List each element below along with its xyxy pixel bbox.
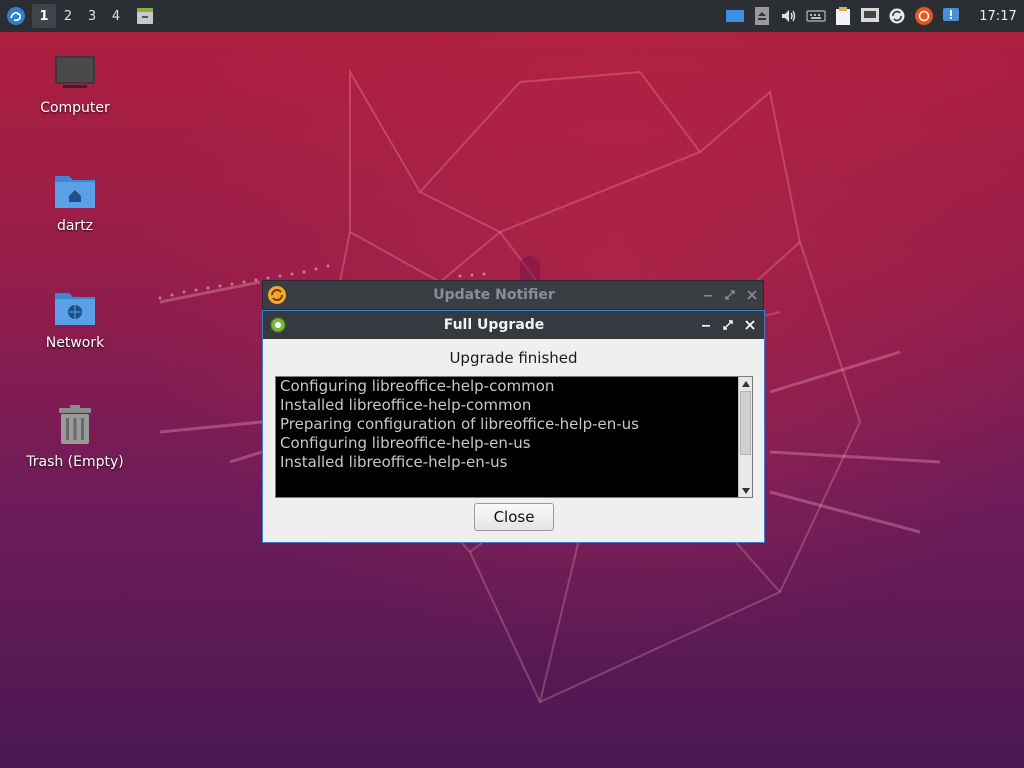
minimize-icon bbox=[702, 325, 710, 327]
desktop-icon-label: Network bbox=[45, 335, 105, 351]
keyboard-icon[interactable] bbox=[803, 0, 829, 32]
desktop-icon-home[interactable]: dartz bbox=[20, 170, 130, 234]
close-window-button[interactable] bbox=[741, 284, 763, 306]
top-panel: 1 2 3 4 17:17 bbox=[0, 0, 1024, 32]
desktop-icon-trash[interactable]: Trash (Empty) bbox=[20, 404, 130, 470]
workspace-switcher: 1 2 3 4 bbox=[32, 4, 128, 28]
minimize-icon bbox=[704, 295, 712, 297]
log-line: Configuring libreoffice-help-common bbox=[280, 377, 555, 395]
workspace-4[interactable]: 4 bbox=[104, 4, 128, 28]
system-tray: 17:17 bbox=[721, 0, 1024, 32]
status-heading: Upgrade finished bbox=[449, 349, 578, 367]
volume-icon[interactable] bbox=[776, 0, 802, 32]
update-icon[interactable] bbox=[884, 0, 910, 32]
log-line: Installed libreoffice-help-common bbox=[280, 396, 532, 414]
scroll-down-button[interactable] bbox=[739, 484, 752, 497]
dialog-title: Full Upgrade bbox=[443, 317, 545, 333]
eject-icon[interactable] bbox=[749, 0, 775, 32]
arrow-down-icon bbox=[741, 487, 750, 494]
close-window-button[interactable] bbox=[739, 314, 761, 336]
desktop-icon-label: Trash (Empty) bbox=[26, 454, 124, 470]
workspace-3[interactable]: 3 bbox=[80, 4, 104, 28]
display-icon[interactable] bbox=[722, 0, 748, 32]
applications-menu-button[interactable] bbox=[0, 0, 32, 32]
maximize-button[interactable] bbox=[717, 314, 739, 336]
update-notifier-app-icon bbox=[263, 285, 291, 305]
log-line: Preparing configuration of libreoffice-h… bbox=[280, 415, 639, 433]
notification-icon[interactable] bbox=[938, 0, 964, 32]
close-icon bbox=[745, 320, 755, 330]
home-folder-icon bbox=[55, 176, 95, 208]
desktop-icon-label: dartz bbox=[56, 218, 94, 234]
desktop-icon-label: Computer bbox=[40, 100, 110, 116]
log-line: Configuring libreoffice-help-en-us bbox=[280, 434, 531, 452]
log-scrollbar[interactable] bbox=[738, 377, 752, 497]
log-line: Installed libreoffice-help-en-us bbox=[280, 453, 508, 471]
desktop-icon-network[interactable]: Network bbox=[20, 287, 130, 351]
maximize-button[interactable] bbox=[719, 284, 741, 306]
scroll-thumb[interactable] bbox=[740, 391, 751, 455]
minimize-button[interactable] bbox=[697, 284, 719, 306]
xubuntu-logo-icon bbox=[7, 7, 25, 25]
network-icon[interactable] bbox=[857, 0, 883, 32]
upgrade-log[interactable]: Configuring libreoffice-help-common Inst… bbox=[275, 376, 753, 498]
ubuntu-icon[interactable] bbox=[911, 0, 937, 32]
log-lines: Configuring libreoffice-help-common Inst… bbox=[280, 377, 736, 472]
clock[interactable]: 17:17 bbox=[972, 9, 1024, 24]
gear-icon bbox=[270, 317, 286, 333]
arrow-up-icon bbox=[741, 380, 750, 387]
close-icon bbox=[747, 290, 757, 300]
update-notifier-window[interactable]: Update Notifier bbox=[262, 280, 764, 310]
file-manager-launcher[interactable] bbox=[130, 0, 160, 32]
dialog-app-icon bbox=[263, 316, 293, 334]
close-button[interactable]: Close bbox=[474, 503, 554, 531]
file-cabinet-icon bbox=[137, 8, 153, 24]
computer-icon bbox=[55, 56, 95, 88]
desktop-icon-computer[interactable]: Computer bbox=[20, 52, 130, 116]
minimize-button[interactable] bbox=[695, 314, 717, 336]
window-title: Update Notifier bbox=[433, 287, 555, 303]
maximize-icon bbox=[725, 290, 735, 300]
full-upgrade-dialog: Full Upgrade Upgrade finished Configurin… bbox=[262, 310, 765, 543]
trash-icon bbox=[59, 405, 91, 444]
dialog-titlebar[interactable]: Full Upgrade bbox=[263, 311, 764, 339]
workspace-2[interactable]: 2 bbox=[56, 4, 80, 28]
scroll-up-button[interactable] bbox=[739, 377, 752, 390]
maximize-icon bbox=[723, 320, 733, 330]
clipboard-icon[interactable] bbox=[830, 0, 856, 32]
network-folder-icon bbox=[55, 293, 95, 325]
workspace-1[interactable]: 1 bbox=[32, 4, 56, 28]
